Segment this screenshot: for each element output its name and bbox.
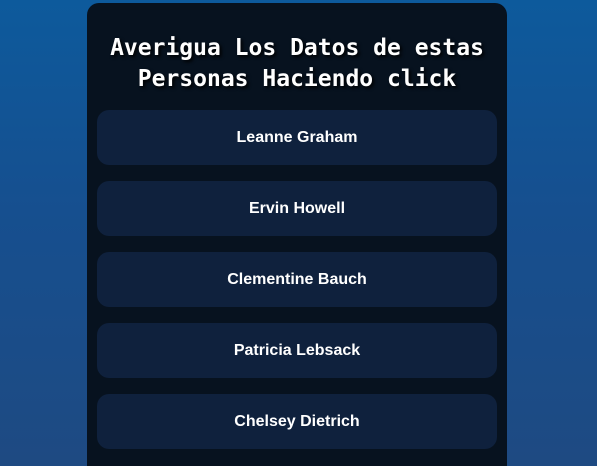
people-panel: Averigua Los Datos de estas Personas Hac… [87,3,507,466]
person-button-leanne-graham[interactable]: Leanne Graham [97,110,497,165]
person-button-clementine-bauch[interactable]: Clementine Bauch [97,252,497,307]
page-title: Averigua Los Datos de estas Personas Hac… [87,33,507,95]
person-button-patricia-lebsack[interactable]: Patricia Lebsack [97,323,497,378]
title-line-2: Personas Haciendo click [137,66,457,92]
person-button-ervin-howell[interactable]: Ervin Howell [97,181,497,236]
title-line-1: Averigua Los Datos de estas [110,35,484,61]
people-list: Leanne Graham Ervin Howell Clementine Ba… [97,110,497,465]
person-button-chelsey-dietrich[interactable]: Chelsey Dietrich [97,394,497,449]
